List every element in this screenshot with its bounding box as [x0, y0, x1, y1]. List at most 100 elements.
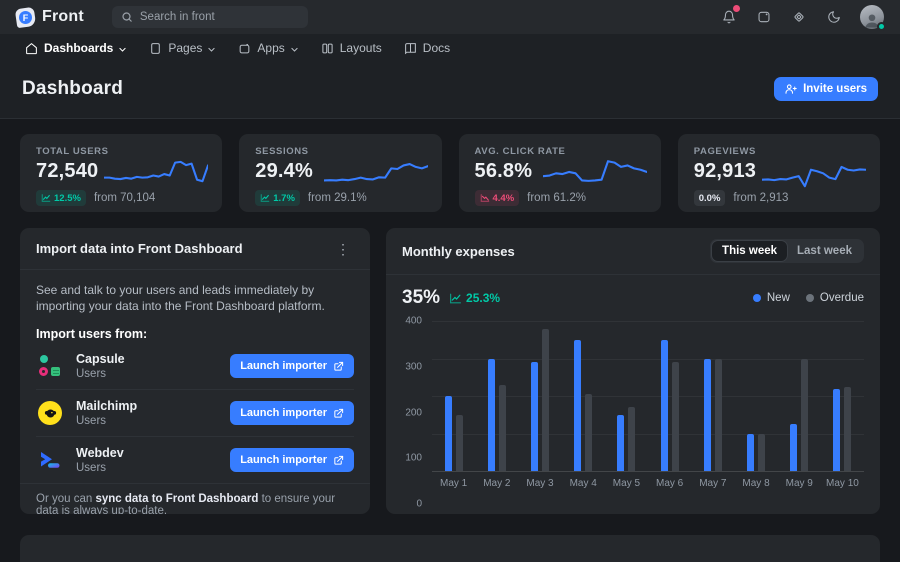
global-search[interactable] [112, 6, 308, 28]
expenses-value: 35% [402, 287, 440, 309]
whats-new-button[interactable] [751, 4, 777, 30]
import-row-webdev: Webdev Users Launch importer [36, 437, 354, 483]
launch-importer-button[interactable]: Launch importer [230, 354, 354, 378]
mailchimp-logo-icon [36, 399, 64, 427]
external-link-icon [333, 455, 344, 466]
main-content: Total users 72,540 12.5% from 70,104 Ses… [0, 119, 900, 562]
x-tick-label: May 6 [648, 478, 691, 489]
launch-importer-button[interactable]: Launch importer [230, 448, 354, 472]
bar-new-may-5 [617, 415, 624, 471]
launch-importer-label: Launch importer [240, 360, 327, 372]
bar-overdue-may-6 [672, 362, 679, 471]
graph-up-icon [449, 292, 462, 305]
nav-label: Pages [168, 41, 202, 55]
chevron-down-icon [118, 45, 127, 54]
import-name: Webdev [76, 446, 124, 460]
webdev-logo-icon [36, 446, 64, 474]
modules-icon [792, 10, 806, 24]
x-tick-label: May 8 [734, 478, 777, 489]
footer-text: Or you can [36, 493, 95, 505]
stats-row: Total users 72,540 12.5% from 70,104 Ses… [20, 134, 880, 212]
nav-item-pages[interactable]: Pages [140, 34, 225, 62]
next-card-partial [20, 535, 880, 562]
sparkline-chart [104, 152, 208, 194]
card-title: Monthly expenses [402, 244, 515, 259]
browser-window-icon [757, 10, 771, 24]
x-tick-label: May 1 [432, 478, 475, 489]
bar-overdue-may-9 [801, 359, 808, 472]
stat-card-pageviews: Pageviews 92,913 0.0% from 2,913 [678, 134, 880, 212]
bar-overdue-may-7 [715, 359, 722, 472]
bar-overdue-may-5 [628, 407, 635, 471]
import-type: Users [76, 414, 137, 428]
bar-new-may-2 [488, 359, 495, 472]
book-icon [404, 42, 417, 55]
stat-card-avg-click-rate: Avg. click rate 56.8% 4.4% from 61.2% [459, 134, 661, 212]
import-row-capsule: Capsule Users Launch importer [36, 343, 354, 390]
delta-badge: 0.0% [694, 190, 726, 206]
x-tick-label: May 5 [605, 478, 648, 489]
brand-name: Front [42, 8, 84, 26]
modules-button[interactable] [786, 4, 812, 30]
bar-new-may-3 [531, 362, 538, 471]
brand-logo[interactable]: F Front [16, 8, 84, 27]
trend-up-icon [41, 193, 51, 203]
capsule-logo-icon [36, 352, 64, 380]
trend-down-icon [480, 193, 490, 203]
delta-badge: 4.4% [475, 190, 520, 206]
chart-y-axis: 0100200300400 [402, 321, 432, 504]
import-description: See and talk to your users and leads imm… [36, 282, 354, 314]
theme-toggle-button[interactable] [821, 4, 847, 30]
legend-item-overdue[interactable]: Overdue [806, 292, 864, 304]
chart-legend: New Overdue [753, 292, 864, 304]
launch-importer-label: Launch importer [240, 407, 327, 419]
bar-overdue-may-1 [456, 415, 463, 471]
invite-users-button[interactable]: Invite users [774, 77, 878, 101]
legend-item-new[interactable]: New [753, 292, 790, 304]
file-icon [149, 42, 162, 55]
nav-item-docs[interactable]: Docs [395, 34, 459, 62]
launch-importer-button[interactable]: Launch importer [230, 401, 354, 425]
nav-item-apps[interactable]: Apps [229, 34, 307, 62]
nav-item-layouts[interactable]: Layouts [312, 34, 391, 62]
legend-dot-new [753, 294, 761, 302]
bar-overdue-may-8 [758, 434, 765, 472]
x-tick-label: May 2 [475, 478, 518, 489]
bar-new-may-8 [747, 434, 754, 472]
page-title: Dashboard [22, 78, 123, 100]
bar-new-may-6 [661, 340, 668, 471]
legend-label: Overdue [820, 292, 864, 304]
bar-overdue-may-10 [844, 387, 851, 471]
bar-overdue-may-4 [585, 394, 592, 471]
nav-label: Layouts [340, 41, 382, 55]
bar-overdue-may-3 [542, 329, 549, 472]
tab-last-week[interactable]: Last week [787, 241, 862, 261]
account-menu[interactable] [860, 5, 884, 29]
import-row-mailchimp: Mailchimp Users Launch importer [36, 390, 354, 437]
topbar: F Front [0, 0, 900, 34]
import-name: Capsule [76, 352, 125, 366]
moon-icon [827, 10, 841, 24]
search-icon [121, 11, 133, 23]
tab-this-week[interactable]: This week [712, 241, 787, 261]
sparkline-chart [762, 152, 866, 194]
bell-icon [722, 10, 736, 24]
legend-label: New [767, 292, 790, 304]
kebab-menu-icon[interactable]: ⋮ [332, 240, 354, 258]
nav-item-dashboards[interactable]: Dashboards [16, 34, 136, 62]
sync-data-link[interactable]: sync data to Front Dashboard [95, 493, 258, 505]
import-footer: Or you can sync data to Front Dashboard … [20, 483, 370, 514]
online-status-dot [877, 22, 886, 31]
search-input[interactable] [140, 11, 299, 23]
bar-new-may-1 [445, 396, 452, 471]
window-stack-icon [238, 42, 251, 55]
bar-new-may-7 [704, 359, 711, 472]
invite-users-label: Invite users [803, 83, 867, 95]
chart-x-axis: May 1May 2May 3May 4May 5May 6May 7May 8… [432, 478, 864, 489]
launch-importer-label: Launch importer [240, 454, 327, 466]
nav-label: Docs [423, 41, 450, 55]
import-subtitle: Import users from: [36, 327, 354, 341]
chevron-down-icon [207, 45, 216, 54]
notifications-button[interactable] [716, 4, 742, 30]
main-nav: Dashboards Pages Apps Layouts Docs [0, 34, 900, 62]
